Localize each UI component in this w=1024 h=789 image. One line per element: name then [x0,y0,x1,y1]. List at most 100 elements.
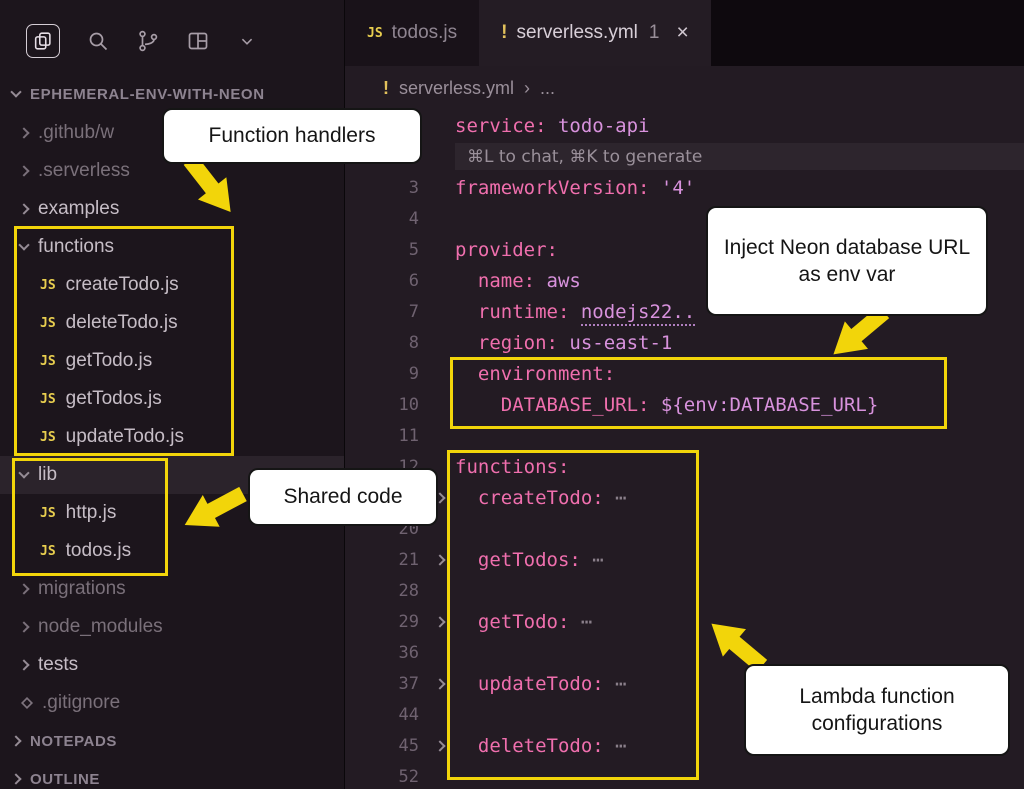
token: region: [478,332,570,354]
code-line[interactable]: 13 createTodo: ⋯ [345,482,1024,513]
vscode-window: EPHEMERAL-ENV-WITH-NEON .github/w.server… [0,0,1024,789]
tree-item-label: .serverless [38,160,130,182]
token: todo-api [558,115,650,137]
token: runtime: [478,301,581,323]
line-number: 29 [345,612,425,632]
sidebar-sections: NOTEPADS OUTLINE [0,722,344,789]
fold-chevron-icon[interactable] [425,680,455,688]
chevron-right-icon [18,659,29,670]
tree-item-label: examples [38,198,119,220]
code-text: functions: [455,456,569,478]
activity-bar [0,0,344,74]
fold-chevron-icon[interactable] [425,742,455,750]
line-number: 9 [345,364,425,384]
tree-item-deletetodo-js[interactable]: JS deleteTodo.js [0,304,344,342]
tree-item-node-modules[interactable]: node_modules [0,608,344,646]
sidebar-section-notepads[interactable]: NOTEPADS [0,722,344,760]
code-line[interactable]: ⌘L to chat, ⌘K to generate [345,141,1024,172]
line-number: 10 [345,395,425,415]
chevron-right-icon [18,165,29,176]
warning-icon: ! [383,78,389,99]
tree-item-functions[interactable]: functions [0,228,344,266]
chevron-right-icon [10,735,21,746]
chevron-right-icon [10,773,21,784]
token [455,332,478,354]
chevron-down-icon[interactable] [236,30,258,52]
tree-item-label: tests [38,654,78,676]
javascript-file-icon: JS [40,316,56,331]
tree-item-label: createTodo.js [66,274,179,296]
code-line[interactable]: service: todo-api [345,110,1024,141]
callout-function-handlers: Function handlers [162,108,422,164]
code-line[interactable]: 20 [345,513,1024,544]
code-line[interactable]: 3frameworkVersion: '4' [345,172,1024,203]
chevron-right-icon [18,583,29,594]
tree-item--gitignore[interactable]: .gitignore [0,684,344,722]
code-text: updateTodo: ⋯ [455,673,627,695]
fold-chevron-icon[interactable] [425,618,455,626]
section-label: OUTLINE [30,771,100,788]
breadcrumb-file[interactable]: serverless.yml [399,78,514,99]
tree-item-createtodo-js[interactable]: JScreateTodo.js [0,266,344,304]
tree-item-label: deleteTodo.js [66,312,178,334]
fold-chevron-icon[interactable] [425,556,455,564]
token [455,270,478,292]
tree-item-updatetodo-js[interactable]: JSupdateTodo.js [0,418,344,456]
token: getTodos: [478,549,592,571]
code-text: service: todo-api [455,115,649,137]
token: name: [478,270,547,292]
tree-item-label: migrations [38,578,126,600]
editor-layout-icon[interactable] [186,29,210,53]
token: ⋯ [615,487,626,509]
chevron-down-icon [18,467,29,478]
code-line[interactable]: 10 DATABASE_URL: ${env:DATABASE_URL} [345,389,1024,420]
code-text: name: aws [455,270,581,292]
sidebar-section-outline[interactable]: OUTLINE [0,760,344,789]
explorer-title: EPHEMERAL-ENV-WITH-NEON [30,86,265,103]
tree-item-migrations[interactable]: migrations [0,570,344,608]
token: us-east-1 [569,332,672,354]
token: ⋯ [581,611,592,633]
tab-modified-count: 1 [649,22,660,44]
breadcrumb[interactable]: ! serverless.yml › ... [345,66,1024,110]
code-line[interactable]: 11 [345,420,1024,451]
code-line[interactable]: 52 [345,761,1024,789]
code-line[interactable]: 28 [345,575,1024,606]
chevron-right-icon [434,678,445,689]
line-number: 44 [345,705,425,725]
tab-todos-js[interactable]: JStodos.js [345,0,479,66]
token: service: [455,115,558,137]
tree-item-label: .gitignore [42,692,120,714]
token: provider: [455,239,558,261]
code-text: deleteTodo: ⋯ [455,735,627,757]
tree-item-gettodo-js[interactable]: JSgetTodo.js [0,342,344,380]
tree-item-label: functions [38,236,114,258]
code-line[interactable]: 8 region: us-east-1 [345,327,1024,358]
tree-item-tests[interactable]: tests [0,646,344,684]
tree-item-label: http.js [66,502,117,524]
token: updateTodo: [478,673,615,695]
breadcrumb-more[interactable]: ... [540,78,555,99]
token: nodejs22.. [581,301,695,326]
tree-item-label: updateTodo.js [66,426,184,448]
token [455,549,478,571]
tree-item-label: getTodo.js [66,350,153,372]
code-line[interactable]: 21 getTodos: ⋯ [345,544,1024,575]
tree-item-examples[interactable]: examples [0,190,344,228]
code-line[interactable]: 9 environment: [345,358,1024,389]
close-icon[interactable]: × [676,21,688,45]
code-line[interactable]: 29 getTodo: ⋯ [345,606,1024,637]
tree-item-gettodos-js[interactable]: JSgetTodos.js [0,380,344,418]
files-icon[interactable] [26,24,60,58]
line-number: 3 [345,178,425,198]
tree-item-todos-js[interactable]: JStodos.js [0,532,344,570]
token: ${env:DATABASE_URL} [661,394,878,416]
token: environment: [478,363,615,385]
callout-lambda-configs: Lambda function configurations [744,664,1010,756]
search-icon[interactable] [86,29,110,53]
token: aws [547,270,581,292]
source-control-icon[interactable] [136,29,160,53]
tab-serverless-yml[interactable]: !serverless.yml1× [479,0,711,66]
code-line[interactable]: 12functions: [345,451,1024,482]
section-label: NOTEPADS [30,733,117,750]
